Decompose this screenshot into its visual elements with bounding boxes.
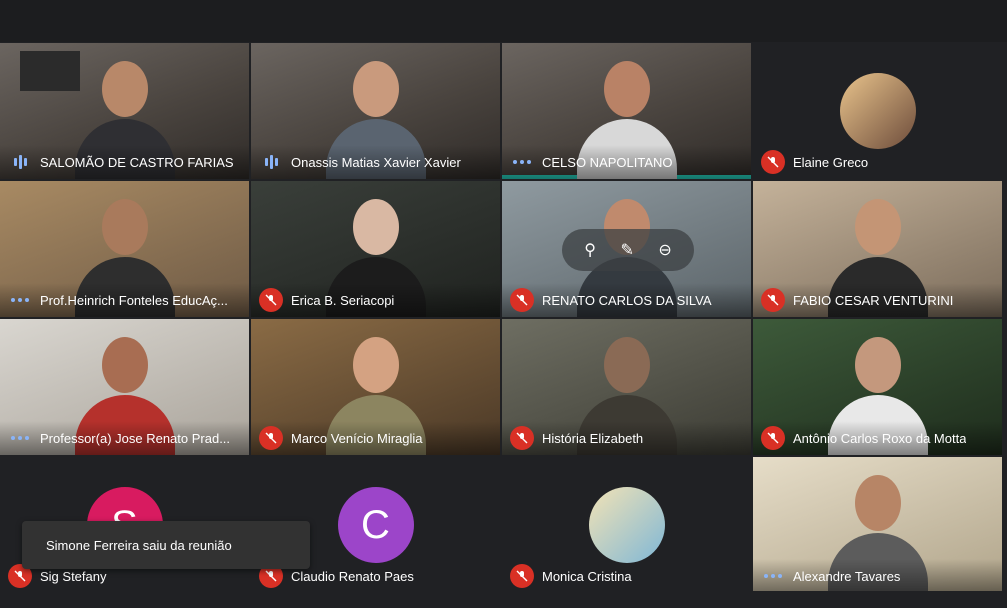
- participant-tile[interactable]: Professor(a) Jose Renato Prad...: [0, 319, 249, 455]
- name-bar: Onassis Matias Xavier Xavier: [251, 145, 500, 179]
- mic-off-icon: [510, 564, 534, 588]
- participant-tile[interactable]: História Elizabeth: [502, 319, 751, 455]
- participant-tile[interactable]: Alexandre Tavares: [753, 457, 1002, 593]
- participant-tile[interactable]: Marco Venício Miraglia: [251, 319, 500, 455]
- avatar: [588, 487, 665, 563]
- participant-tile-active[interactable]: CELSO NAPOLITANO: [502, 43, 751, 179]
- participant-name: RENATO CARLOS DA SILVA: [542, 292, 712, 308]
- participant-tile[interactable]: FABIO CESAR VENTURINI: [753, 181, 1002, 317]
- name-bar: Professor(a) Jose Renato Prad...: [0, 421, 249, 455]
- participant-tile[interactable]: Monica Cristina: [502, 457, 751, 593]
- more-options-icon[interactable]: [510, 150, 534, 174]
- name-bar: Prof.Heinrich Fonteles EducAç...: [0, 283, 249, 317]
- mic-off-icon: [761, 426, 785, 450]
- participant-name: História Elizabeth: [542, 430, 644, 446]
- participant-name: Prof.Heinrich Fonteles EducAç...: [40, 292, 228, 308]
- speaking-indicator-icon: [8, 150, 32, 174]
- more-options-icon[interactable]: [761, 564, 785, 588]
- mic-off-icon: [761, 288, 785, 312]
- participant-name: Elaine Greco: [793, 154, 869, 170]
- participant-name: FABIO CESAR VENTURINI: [793, 292, 954, 308]
- participant-name: Professor(a) Jose Renato Prad...: [40, 430, 231, 446]
- name-bar: Elaine Greco: [753, 145, 1002, 179]
- participant-name: Alexandre Tavares: [793, 568, 901, 584]
- name-bar: Antônio Carlos Roxo da Motta: [753, 421, 1002, 455]
- participant-grid: SALOMÃO DE CASTRO FARIAS Onassis Matias …: [0, 43, 1007, 593]
- participant-name: CELSO NAPOLITANO: [542, 154, 673, 170]
- name-bar: FABIO CESAR VENTURINI: [753, 283, 1002, 317]
- more-options-icon[interactable]: [8, 288, 32, 312]
- participant-tile[interactable]: Antônio Carlos Roxo da Motta: [753, 319, 1002, 455]
- remove-icon[interactable]: ⊖: [658, 240, 671, 260]
- name-bar: Erica B. Seriacopi: [251, 283, 500, 317]
- participant-name: Claudio Renato Paes: [291, 568, 414, 584]
- participant-name: Onassis Matias Xavier Xavier: [291, 154, 461, 170]
- name-bar: Marco Venício Miraglia: [251, 421, 500, 455]
- participant-name: Sig Stefany: [40, 568, 107, 584]
- participant-tile[interactable]: Elaine Greco: [753, 43, 1002, 179]
- tile-hover-controls: ⚲ ✎ ⊖: [562, 229, 694, 271]
- participant-name: Antônio Carlos Roxo da Motta: [793, 430, 967, 446]
- participant-tile[interactable]: Erica B. Seriacopi: [251, 181, 500, 317]
- mic-off-icon: [510, 426, 534, 450]
- mic-off-icon: [510, 288, 534, 312]
- top-bar: [0, 0, 1007, 42]
- name-bar: CELSO NAPOLITANO: [502, 145, 751, 179]
- speaking-indicator-icon: [259, 150, 283, 174]
- notification-toast: Simone Ferreira saiu da reunião: [22, 521, 310, 569]
- name-bar: RENATO CARLOS DA SILVA: [502, 283, 751, 317]
- mute-participant-icon[interactable]: ✎: [620, 240, 633, 260]
- participant-tile[interactable]: Onassis Matias Xavier Xavier: [251, 43, 500, 179]
- participant-name: Marco Venício Miraglia: [291, 430, 423, 446]
- participant-name: Monica Cristina: [542, 568, 632, 584]
- participant-name: Erica B. Seriacopi: [291, 292, 395, 308]
- avatar: C: [337, 487, 414, 563]
- name-bar: SALOMÃO DE CASTRO FARIAS: [0, 145, 249, 179]
- mic-off-icon: [259, 426, 283, 450]
- more-options-icon[interactable]: [8, 426, 32, 450]
- name-bar: Monica Cristina: [502, 559, 751, 593]
- pin-icon[interactable]: ⚲: [584, 240, 596, 260]
- name-bar: História Elizabeth: [502, 421, 751, 455]
- participant-tile[interactable]: SALOMÃO DE CASTRO FARIAS: [0, 43, 249, 179]
- participant-tile[interactable]: Prof.Heinrich Fonteles EducAç...: [0, 181, 249, 317]
- mic-off-icon: [761, 150, 785, 174]
- avatar: [839, 73, 916, 149]
- mic-off-icon: [259, 288, 283, 312]
- bottom-strip: [0, 591, 1007, 608]
- toast-message: Simone Ferreira saiu da reunião: [46, 537, 232, 553]
- name-bar: Alexandre Tavares: [753, 559, 1002, 593]
- participant-name: SALOMÃO DE CASTRO FARIAS: [40, 154, 234, 170]
- participant-tile[interactable]: ⚲ ✎ ⊖ RENATO CARLOS DA SILVA: [502, 181, 751, 317]
